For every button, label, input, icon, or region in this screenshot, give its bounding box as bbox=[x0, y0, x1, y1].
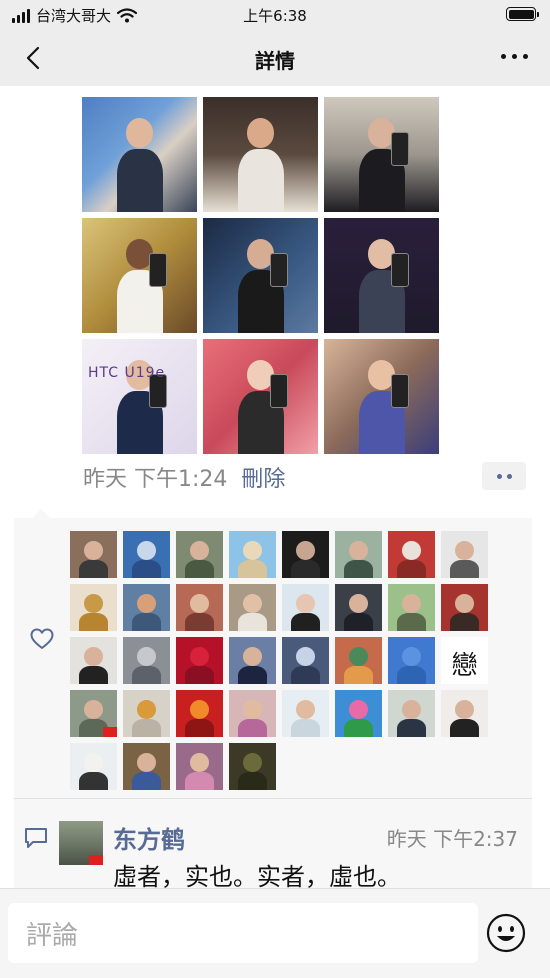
liker-avatar[interactable] bbox=[388, 584, 435, 631]
liker-avatar[interactable] bbox=[282, 637, 329, 684]
liker-avatar[interactable] bbox=[176, 637, 223, 684]
page-title: 詳情 bbox=[255, 49, 295, 73]
liker-avatar[interactable] bbox=[441, 690, 488, 737]
comment-icon bbox=[25, 828, 47, 848]
liker-avatar[interactable] bbox=[282, 584, 329, 631]
post-photo[interactable] bbox=[203, 339, 318, 454]
liker-avatar[interactable] bbox=[229, 584, 276, 631]
liker-avatar[interactable] bbox=[176, 584, 223, 631]
post-meta: 昨天 下午1:24 刪除 bbox=[83, 461, 285, 493]
battery-icon bbox=[506, 7, 539, 21]
avatar[interactable] bbox=[59, 821, 103, 865]
liker-avatar[interactable] bbox=[388, 531, 435, 578]
status-time: 上午6:38 bbox=[243, 7, 307, 25]
emoji-icon[interactable] bbox=[486, 913, 526, 953]
liker-avatar[interactable]: 戀 bbox=[441, 637, 488, 684]
liker-avatar[interactable] bbox=[229, 637, 276, 684]
liker-avatar[interactable] bbox=[229, 531, 276, 578]
post-photo[interactable] bbox=[203, 218, 318, 333]
more-horizontal-icon[interactable] bbox=[501, 54, 528, 59]
heart-icon bbox=[30, 628, 54, 649]
post-photo[interactable]: HTC U19e bbox=[82, 339, 197, 454]
liker-avatars: 戀 bbox=[70, 531, 494, 790]
post-photo[interactable] bbox=[82, 218, 197, 333]
delete-link[interactable]: 刪除 bbox=[241, 467, 285, 492]
post-photo[interactable] bbox=[324, 339, 439, 454]
comment-input[interactable]: 評論 bbox=[8, 903, 478, 963]
liker-avatar[interactable] bbox=[123, 531, 170, 578]
post-photo[interactable] bbox=[203, 97, 318, 212]
liker-avatar[interactable] bbox=[123, 690, 170, 737]
liker-avatar[interactable] bbox=[441, 584, 488, 631]
comment-input-bar: 評論 bbox=[0, 888, 550, 978]
liker-avatar[interactable] bbox=[282, 690, 329, 737]
photo-grid: HTC U19e bbox=[82, 97, 439, 454]
liker-avatar[interactable] bbox=[282, 531, 329, 578]
nav-bar: 詳情 bbox=[0, 30, 550, 86]
liker-avatar[interactable] bbox=[176, 690, 223, 737]
liker-avatar[interactable] bbox=[388, 690, 435, 737]
liker-avatar[interactable] bbox=[123, 743, 170, 790]
avatar-text: 戀 bbox=[451, 651, 478, 681]
liker-avatar[interactable] bbox=[70, 743, 117, 790]
post-photo[interactable] bbox=[324, 97, 439, 212]
liker-avatar[interactable] bbox=[229, 690, 276, 737]
liker-avatar[interactable] bbox=[70, 637, 117, 684]
liker-avatar[interactable] bbox=[388, 637, 435, 684]
liker-avatar[interactable] bbox=[335, 690, 382, 737]
post-photo[interactable] bbox=[82, 97, 197, 212]
liker-avatar[interactable] bbox=[441, 531, 488, 578]
comment-time: 昨天 下午2:37 bbox=[386, 827, 518, 851]
photo-caption: HTC U19e bbox=[88, 365, 166, 381]
liker-avatar[interactable] bbox=[176, 743, 223, 790]
status-bar: 台湾大哥大 上午6:38 bbox=[0, 0, 550, 30]
likes-section: 戀 bbox=[14, 509, 532, 798]
comment-item[interactable]: 东方鹤 昨天 下午2:37 虛者，实也。实者，虛也。 bbox=[14, 799, 532, 891]
liker-avatar[interactable] bbox=[335, 637, 382, 684]
post-detail: HTC U19e 昨天 下午1:24 刪除 戀 东方鹤 昨天 下午2:37 虛者，… bbox=[0, 86, 550, 891]
post-photo[interactable] bbox=[324, 218, 439, 333]
liker-avatar[interactable] bbox=[335, 584, 382, 631]
liker-avatar[interactable] bbox=[229, 743, 276, 790]
liker-avatar[interactable] bbox=[70, 531, 117, 578]
liker-avatar[interactable] bbox=[123, 584, 170, 631]
liker-avatar[interactable] bbox=[123, 637, 170, 684]
liker-avatar[interactable] bbox=[176, 531, 223, 578]
liker-avatar[interactable] bbox=[70, 690, 117, 737]
post-time: 昨天 下午1:24 bbox=[83, 467, 228, 492]
comment-text: 虛者，实也。实者，虛也。 bbox=[113, 863, 401, 891]
commenter-name[interactable]: 东方鹤 bbox=[113, 820, 185, 855]
liker-avatar[interactable] bbox=[335, 531, 382, 578]
liker-avatar[interactable] bbox=[70, 584, 117, 631]
more-dots-icon[interactable] bbox=[482, 462, 526, 490]
